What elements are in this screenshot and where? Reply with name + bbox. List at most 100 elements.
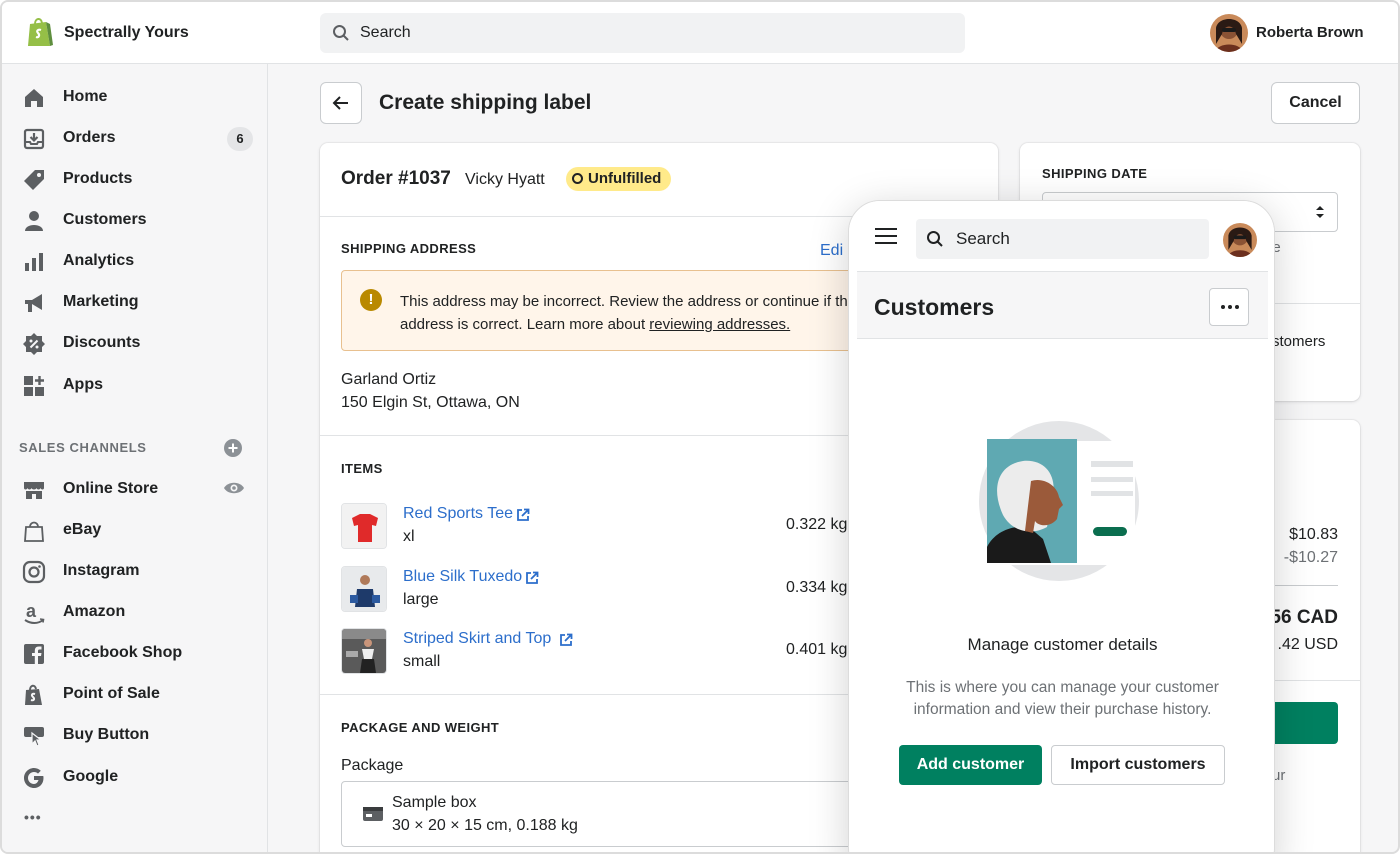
external-link-icon[interactable] [525,571,539,585]
sidebar-item-products[interactable]: Products [22,166,262,194]
arrow-left-icon [332,96,348,110]
product-weight: 0.334 kg [786,579,848,596]
sidebar-item-orders[interactable]: Orders 6 [22,125,262,153]
eye-icon[interactable] [223,480,245,496]
user-name[interactable]: Roberta Brown [1256,24,1364,41]
package-dimensions: 30 × 20 × 15 cm, 0.188 kg [392,817,578,834]
sidebar-item-label: Analytics [63,252,135,269]
sidebar-item-label: eBay [63,521,102,538]
sidebar-item-customers[interactable]: Customers [22,207,262,235]
mobile-page-header: Customers [857,271,1268,339]
product-variant: large [403,591,439,608]
sidebar-item-label: Orders [63,129,116,146]
megaphone-icon [25,294,42,312]
product-link[interactable]: Striped Skirt and Top [403,630,551,648]
store-name[interactable]: Spectrally Yours [64,24,189,42]
external-link-icon[interactable] [559,633,573,647]
address-line: 150 Elgin St, Ottawa, ON [341,394,520,411]
mobile-page-title: Customers [874,294,995,320]
sidebar-item-label: Apps [63,376,103,393]
more-actions-button[interactable] [1209,288,1249,326]
more-channels-button[interactable]: ••• [24,809,42,825]
sales-channels-heading: SALES CHANNELS [19,440,147,455]
items-heading: ITEMS [341,461,383,476]
subtotal-value: $10.83 [1289,526,1338,543]
global-search-input[interactable]: Search [320,13,965,53]
mobile-preview: Search Customers Manage customer details… [848,200,1275,852]
more-dot [1235,305,1239,309]
facebook-icon [24,644,44,664]
sidebar: Home Orders 6 Products Customers Analyti… [2,64,268,852]
tag-icon [24,170,44,190]
sidebar-item-amazon[interactable]: a Amazon [22,599,262,627]
sidebar-item-google[interactable]: Google [22,764,262,792]
product-link[interactable]: Red Sports Tee [403,505,513,523]
svg-text:a: a [26,601,37,621]
instagram-icon [22,560,46,584]
sidebar-item-analytics[interactable]: Analytics [22,248,262,276]
home-icon [25,89,43,107]
sidebar-item-label: Marketing [63,293,139,310]
sidebar-item-label: Customers [63,211,147,228]
sidebar-item-label: Amazon [63,603,126,620]
google-icon [24,768,44,788]
sidebar-item-label: Home [63,88,108,105]
total-cad: 56 CAD [1270,607,1338,628]
cancel-button[interactable]: Cancel [1271,82,1360,124]
import-customers-button[interactable]: Import customers [1051,745,1225,785]
total-usd: .42 USD [1277,636,1338,653]
external-link-icon[interactable] [516,508,530,522]
product-weight: 0.401 kg [786,641,848,658]
sidebar-item-label: Facebook Shop [63,644,183,661]
add-customer-button[interactable]: Add customer [899,745,1042,785]
sidebar-item-online-store[interactable]: Online Store [22,476,262,504]
order-number: Order #1037 [341,168,451,189]
status-dot-icon [572,173,583,184]
sidebar-item-apps[interactable]: Apps [22,372,262,400]
product-weight: 0.322 kg [786,516,848,533]
person-icon [25,211,43,231]
mobile-top-bar: Search [849,201,1274,271]
hamburger-menu-icon[interactable] [875,227,897,245]
buy-button-icon [24,727,44,747]
edit-address-link[interactable]: Edi [820,242,843,260]
more-dot [1221,305,1225,309]
orders-count-badge: 6 [227,127,253,151]
orders-icon [23,128,45,150]
order-customer-name[interactable]: Vicky Hyatt [465,171,545,189]
bar-chart-icon [25,253,43,271]
mobile-search-input[interactable]: Search [916,219,1209,259]
app-window: Spectrally Yours Search Roberta Brown Ho… [0,0,1400,854]
empty-state-heading: Manage customer details [967,635,1158,654]
more-dot [1228,305,1232,309]
add-channel-icon[interactable] [223,438,243,458]
product-thumbnail [341,566,387,612]
customers-illustration [979,421,1139,581]
pos-bag-icon [25,684,42,705]
sidebar-item-home[interactable]: Home [22,84,262,112]
product-link[interactable]: Blue Silk Tuxedo [403,568,522,586]
shopping-bag-icon [24,521,44,542]
sidebar-item-ebay[interactable]: eBay [22,517,262,545]
search-placeholder: Search [360,24,411,41]
sidebar-item-point-of-sale[interactable]: Point of Sale [22,681,262,709]
amazon-icon: a [24,601,45,624]
page-title: Create shipping label [379,91,592,114]
store-icon [24,482,44,499]
user-avatar[interactable] [1223,223,1257,257]
sidebar-item-facebook-shop[interactable]: Facebook Shop [22,640,262,668]
sidebar-item-marketing[interactable]: Marketing [22,289,262,317]
sidebar-item-discounts[interactable]: Discounts [22,330,262,358]
product-thumbnail [341,503,387,549]
package-name: Sample box [392,794,477,811]
divider [1270,585,1338,586]
sidebar-item-buy-button[interactable]: Buy Button [22,722,262,750]
box-icon [363,807,383,821]
shopify-bag-icon[interactable] [26,16,54,48]
reviewing-addresses-link[interactable]: reviewing addresses. [649,316,790,333]
back-button[interactable] [320,82,362,124]
apps-icon [24,376,44,396]
sidebar-item-instagram[interactable]: Instagram [22,558,262,586]
sidebar-item-label: Google [63,768,119,785]
user-avatar[interactable] [1210,14,1248,52]
